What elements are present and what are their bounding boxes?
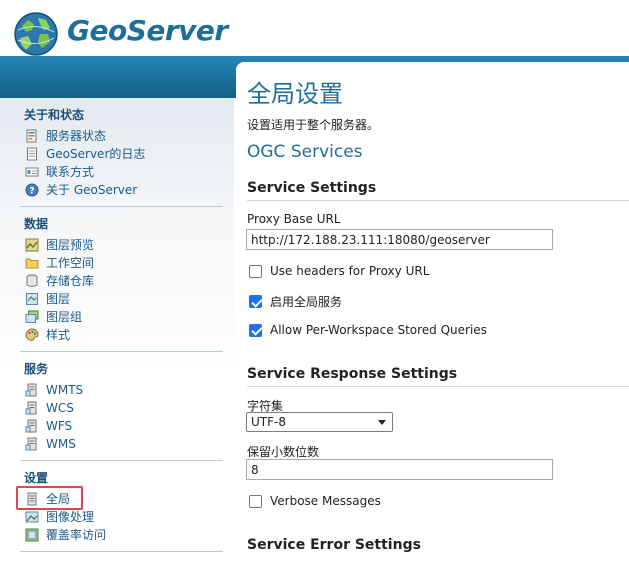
sidebar-item-label: 存储仓库 bbox=[46, 274, 95, 288]
page-title: 全局设置 bbox=[247, 80, 343, 108]
sidebar-item-layer-preview[interactable]: 图层预览 bbox=[25, 236, 94, 253]
sidebar-item-workspaces[interactable]: 工作空间 bbox=[25, 254, 94, 271]
sidebar-item-label: 样式 bbox=[46, 328, 71, 342]
about-globe-icon: ? bbox=[25, 183, 39, 196]
sidebar-item-label: 工作空间 bbox=[46, 256, 95, 270]
svg-text:?: ? bbox=[29, 186, 34, 196]
decimals-input[interactable] bbox=[246, 459, 553, 480]
sidebar-item-label: 图层 bbox=[46, 292, 71, 306]
service-server-icon bbox=[25, 419, 37, 432]
layer-preview-icon bbox=[25, 238, 39, 251]
sidebar-item-wmts[interactable]: WMTS bbox=[25, 381, 83, 398]
sidebar-item-label: 图层组 bbox=[46, 310, 83, 324]
use-headers-label: Use headers for Proxy URL bbox=[270, 264, 430, 278]
database-icon bbox=[26, 274, 38, 287]
sidebar-item-image-processing[interactable]: 图像处理 bbox=[25, 508, 94, 525]
sidebar-item-label: WFS bbox=[46, 418, 73, 433]
sidebar-section-data-title: 数据 bbox=[24, 217, 49, 231]
service-settings-heading: Service Settings bbox=[247, 180, 629, 201]
sidebar-item-layers[interactable]: 图层 bbox=[25, 290, 70, 307]
sidebar-item-label: 覆盖率访问 bbox=[46, 528, 107, 542]
sidebar-item-label: WMS bbox=[46, 436, 76, 451]
sidebar-item-geoserver-log[interactable]: GeoServer的日志 bbox=[25, 145, 145, 162]
header: GeoServer bbox=[0, 0, 629, 62]
sidebar-item-wms[interactable]: WMS bbox=[25, 435, 76, 452]
verbose-messages-checkbox[interactable] bbox=[249, 494, 262, 508]
sidebar-item-contact[interactable]: 联系方式 bbox=[25, 163, 94, 180]
enable-global-services-row[interactable]: 启用全局服务 bbox=[249, 293, 342, 310]
image-processing-icon bbox=[25, 511, 39, 522]
service-server-icon bbox=[25, 383, 37, 396]
proxy-base-url-label: Proxy Base URL bbox=[247, 212, 341, 226]
sidebar-item-styles[interactable]: 样式 bbox=[25, 326, 70, 343]
service-server-icon bbox=[25, 401, 37, 414]
service-server-icon bbox=[25, 437, 37, 450]
sidebar-item-label: 图像处理 bbox=[46, 510, 95, 524]
sidebar-section-settings-title: 设置 bbox=[24, 471, 49, 485]
palette-icon bbox=[25, 327, 39, 341]
per-workspace-queries-label: Allow Per-Workspace Stored Queries bbox=[270, 323, 487, 337]
sidebar-item-label: GeoServer的日志 bbox=[46, 147, 146, 161]
main-content: 全局设置 设置适用于整个服务器。 OGC Services Service Se… bbox=[236, 62, 629, 561]
folder-icon bbox=[25, 258, 39, 268]
charset-selected-value: UTF-8 bbox=[251, 415, 286, 429]
server-status-icon bbox=[26, 129, 37, 142]
geoserver-globe-icon bbox=[14, 12, 58, 56]
proxy-base-url-input[interactable] bbox=[246, 229, 553, 250]
contact-card-icon bbox=[25, 167, 39, 176]
sidebar-item-label: 关于 GeoServer bbox=[46, 183, 138, 197]
sidebar-item-label: 联系方式 bbox=[46, 165, 95, 179]
sidebar-item-server-status[interactable]: 服务器状态 bbox=[25, 127, 106, 144]
charset-select[interactable]: UTF-8 bbox=[246, 412, 393, 432]
log-document-icon bbox=[27, 147, 37, 160]
decimals-label: 保留小数位数 bbox=[247, 445, 320, 459]
service-response-settings-heading: Service Response Settings bbox=[247, 366, 629, 387]
logo-text: GeoServer bbox=[67, 14, 228, 47]
sidebar-item-label: WMTS bbox=[46, 382, 84, 397]
service-error-settings-heading: Service Error Settings bbox=[247, 537, 421, 553]
sidebar-divider bbox=[20, 351, 223, 352]
sidebar-item-label: WCS bbox=[46, 400, 74, 415]
sidebar-item-coverage-access[interactable]: 覆盖率访问 bbox=[25, 526, 106, 543]
selected-item-highlight bbox=[16, 486, 83, 510]
layer-group-icon bbox=[25, 310, 39, 323]
page-description: 设置适用于整个服务器。 bbox=[247, 118, 380, 132]
ogc-services-title: OGC Services bbox=[247, 142, 363, 162]
layer-icon bbox=[26, 292, 38, 305]
sidebar-item-stores[interactable]: 存储仓库 bbox=[25, 272, 94, 289]
sidebar-divider bbox=[20, 460, 223, 461]
sidebar-item-wfs[interactable]: WFS bbox=[25, 417, 72, 434]
sidebar-section-services-title: 服务 bbox=[24, 362, 49, 376]
sidebar-divider bbox=[20, 551, 223, 552]
sidebar-item-label: 图层预览 bbox=[46, 238, 95, 252]
sidebar-item-about-geoserver[interactable]: ? 关于 GeoServer bbox=[25, 181, 137, 198]
sidebar-divider bbox=[20, 206, 223, 207]
coverage-access-icon bbox=[25, 528, 39, 541]
sidebar-item-layer-groups[interactable]: 图层组 bbox=[25, 308, 82, 325]
verbose-messages-row[interactable]: Verbose Messages bbox=[249, 494, 381, 508]
sidebar-item-label: 服务器状态 bbox=[46, 129, 107, 143]
per-workspace-queries-checkbox[interactable] bbox=[249, 323, 262, 337]
per-workspace-queries-row[interactable]: Allow Per-Workspace Stored Queries bbox=[249, 323, 487, 337]
enable-global-services-label: 启用全局服务 bbox=[270, 295, 343, 309]
sidebar-section-about-title: 关于和状态 bbox=[24, 108, 85, 122]
enable-global-services-checkbox[interactable] bbox=[249, 295, 262, 308]
use-headers-checkbox[interactable] bbox=[249, 264, 262, 278]
sidebar-item-wcs[interactable]: WCS bbox=[25, 399, 74, 416]
chevron-down-icon bbox=[378, 420, 386, 425]
verbose-messages-label: Verbose Messages bbox=[270, 494, 381, 508]
use-headers-row[interactable]: Use headers for Proxy URL bbox=[249, 264, 429, 278]
